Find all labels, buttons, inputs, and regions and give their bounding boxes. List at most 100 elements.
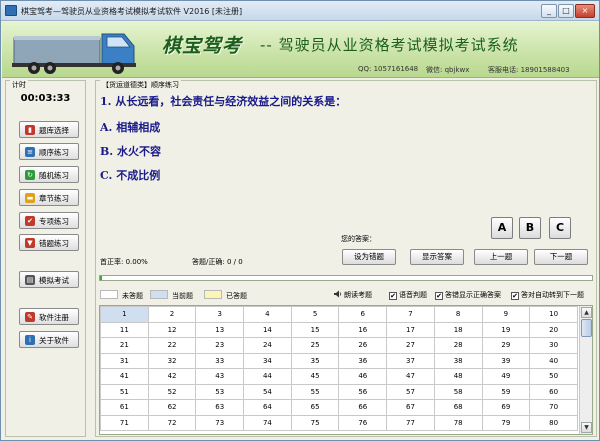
grid-scrollbar[interactable]: ▲ ▼ [579, 306, 592, 434]
question-cell[interactable]: 45 [290, 368, 340, 385]
question-cell[interactable]: 14 [243, 321, 292, 338]
read-aloud-toggle[interactable]: 朗读考题 [334, 290, 372, 300]
question-cell[interactable]: 40 [529, 352, 578, 369]
question-cell[interactable]: 16 [338, 321, 388, 338]
question-cell[interactable]: 13 [195, 321, 245, 338]
question-cell[interactable]: 20 [529, 321, 578, 338]
question-cell[interactable]: 35 [290, 352, 340, 369]
option-a[interactable]: A. 相辅相成 [100, 119, 160, 135]
question-cell[interactable]: 41 [100, 368, 149, 385]
question-cell[interactable]: 15 [290, 321, 340, 338]
question-cell[interactable]: 18 [433, 321, 483, 338]
question-cell[interactable]: 52 [147, 383, 197, 400]
question-cell[interactable]: 26 [338, 337, 388, 354]
question-cell[interactable]: 55 [290, 383, 340, 400]
question-cell[interactable]: 5 [290, 306, 340, 323]
scroll-thumb[interactable] [581, 319, 592, 337]
question-cell[interactable]: 67 [386, 399, 435, 416]
question-cell[interactable]: 74 [243, 414, 292, 431]
question-cell[interactable]: 48 [433, 368, 483, 385]
question-cell[interactable]: 49 [481, 368, 531, 385]
auto-next-checkbox[interactable]: ✔ 答对自动转到下一题 [511, 290, 584, 300]
question-cell[interactable]: 57 [386, 383, 435, 400]
question-bank-button[interactable]: ▮ 题库选择 [19, 121, 79, 138]
sequential-practice-button[interactable]: ≡ 顺序练习 [19, 143, 79, 160]
question-cell[interactable]: 25 [290, 337, 340, 354]
question-cell[interactable]: 22 [147, 337, 197, 354]
question-cell[interactable]: 51 [100, 383, 149, 400]
question-cell[interactable]: 9 [481, 306, 531, 323]
question-cell[interactable]: 39 [481, 352, 531, 369]
voice-judge-checkbox[interactable]: ✔ 语音判题 [389, 290, 427, 300]
question-cell[interactable]: 36 [338, 352, 388, 369]
question-cell[interactable]: 64 [243, 399, 292, 416]
question-cell[interactable]: 23 [195, 337, 245, 354]
question-cell[interactable]: 4 [243, 306, 292, 323]
question-cell[interactable]: 42 [147, 368, 197, 385]
question-cell[interactable]: 37 [386, 352, 435, 369]
question-cell[interactable]: 3 [195, 306, 245, 323]
close-button[interactable]: × [575, 4, 595, 18]
question-cell[interactable]: 27 [386, 337, 435, 354]
wrong-questions-button[interactable]: ▼ 错题练习 [19, 234, 79, 251]
question-cell[interactable]: 46 [338, 368, 388, 385]
show-correct-answer-checkbox[interactable]: ✔ 答错显示正确答案 [435, 290, 501, 300]
question-cell[interactable]: 43 [195, 368, 245, 385]
option-c[interactable]: C. 不成比例 [100, 167, 160, 183]
question-cell[interactable]: 75 [290, 414, 340, 431]
question-cell[interactable]: 56 [338, 383, 388, 400]
option-b[interactable]: B. 水火不容 [100, 143, 161, 159]
scroll-up-arrow-icon[interactable]: ▲ [581, 307, 592, 318]
question-cell[interactable]: 77 [386, 414, 435, 431]
topic-practice-button[interactable]: ✔ 专项练习 [19, 212, 79, 229]
answer-c-button[interactable]: C [549, 217, 571, 239]
about-software-button[interactable]: i 关于软件 [19, 331, 79, 348]
question-cell[interactable]: 28 [433, 337, 483, 354]
question-cell[interactable]: 70 [529, 399, 578, 416]
question-cell[interactable]: 47 [386, 368, 435, 385]
random-practice-button[interactable]: ↻ 随机练习 [19, 166, 79, 183]
question-cell[interactable]: 1 [100, 306, 149, 323]
answer-a-button[interactable]: A [491, 217, 513, 239]
question-cell[interactable]: 24 [243, 337, 292, 354]
title-bar[interactable]: 棋宝驾考—驾驶员从业资格考试模拟考试软件 V2016 [未注册] _ □ × [1, 1, 599, 21]
question-cell[interactable]: 59 [481, 383, 531, 400]
question-cell[interactable]: 68 [433, 399, 483, 416]
question-cell[interactable]: 53 [195, 383, 245, 400]
question-cell[interactable]: 8 [433, 306, 483, 323]
question-cell[interactable]: 12 [147, 321, 197, 338]
question-cell[interactable]: 38 [433, 352, 483, 369]
question-cell[interactable]: 60 [529, 383, 578, 400]
question-cell[interactable]: 63 [195, 399, 245, 416]
question-cell[interactable]: 50 [529, 368, 578, 385]
answer-b-button[interactable]: B [519, 217, 541, 239]
mark-wrong-button[interactable]: 设为错题 [342, 249, 396, 265]
question-cell[interactable]: 6 [338, 306, 388, 323]
question-cell[interactable]: 10 [529, 306, 578, 323]
question-cell[interactable]: 58 [433, 383, 483, 400]
question-cell[interactable]: 44 [243, 368, 292, 385]
question-cell[interactable]: 66 [338, 399, 388, 416]
question-cell[interactable]: 54 [243, 383, 292, 400]
question-cell[interactable]: 19 [481, 321, 531, 338]
chapter-practice-button[interactable]: ▬ 章节练习 [19, 189, 79, 206]
maximize-button[interactable]: □ [558, 4, 574, 18]
question-cell[interactable]: 80 [529, 414, 578, 431]
question-cell[interactable]: 33 [195, 352, 245, 369]
question-cell[interactable]: 69 [481, 399, 531, 416]
question-cell[interactable]: 11 [100, 321, 149, 338]
next-question-button[interactable]: 下一题 [534, 249, 588, 265]
question-cell[interactable]: 76 [338, 414, 388, 431]
question-cell[interactable]: 62 [147, 399, 197, 416]
question-cell[interactable]: 72 [147, 414, 197, 431]
question-cell[interactable]: 30 [529, 337, 578, 354]
scroll-down-arrow-icon[interactable]: ▼ [581, 422, 592, 433]
question-cell[interactable]: 73 [195, 414, 245, 431]
register-software-button[interactable]: ✎ 软件注册 [19, 308, 79, 325]
question-cell[interactable]: 61 [100, 399, 149, 416]
question-cell[interactable]: 34 [243, 352, 292, 369]
question-cell[interactable]: 32 [147, 352, 197, 369]
question-cell[interactable]: 2 [147, 306, 197, 323]
minimize-button[interactable]: _ [541, 4, 557, 18]
question-cell[interactable]: 29 [481, 337, 531, 354]
